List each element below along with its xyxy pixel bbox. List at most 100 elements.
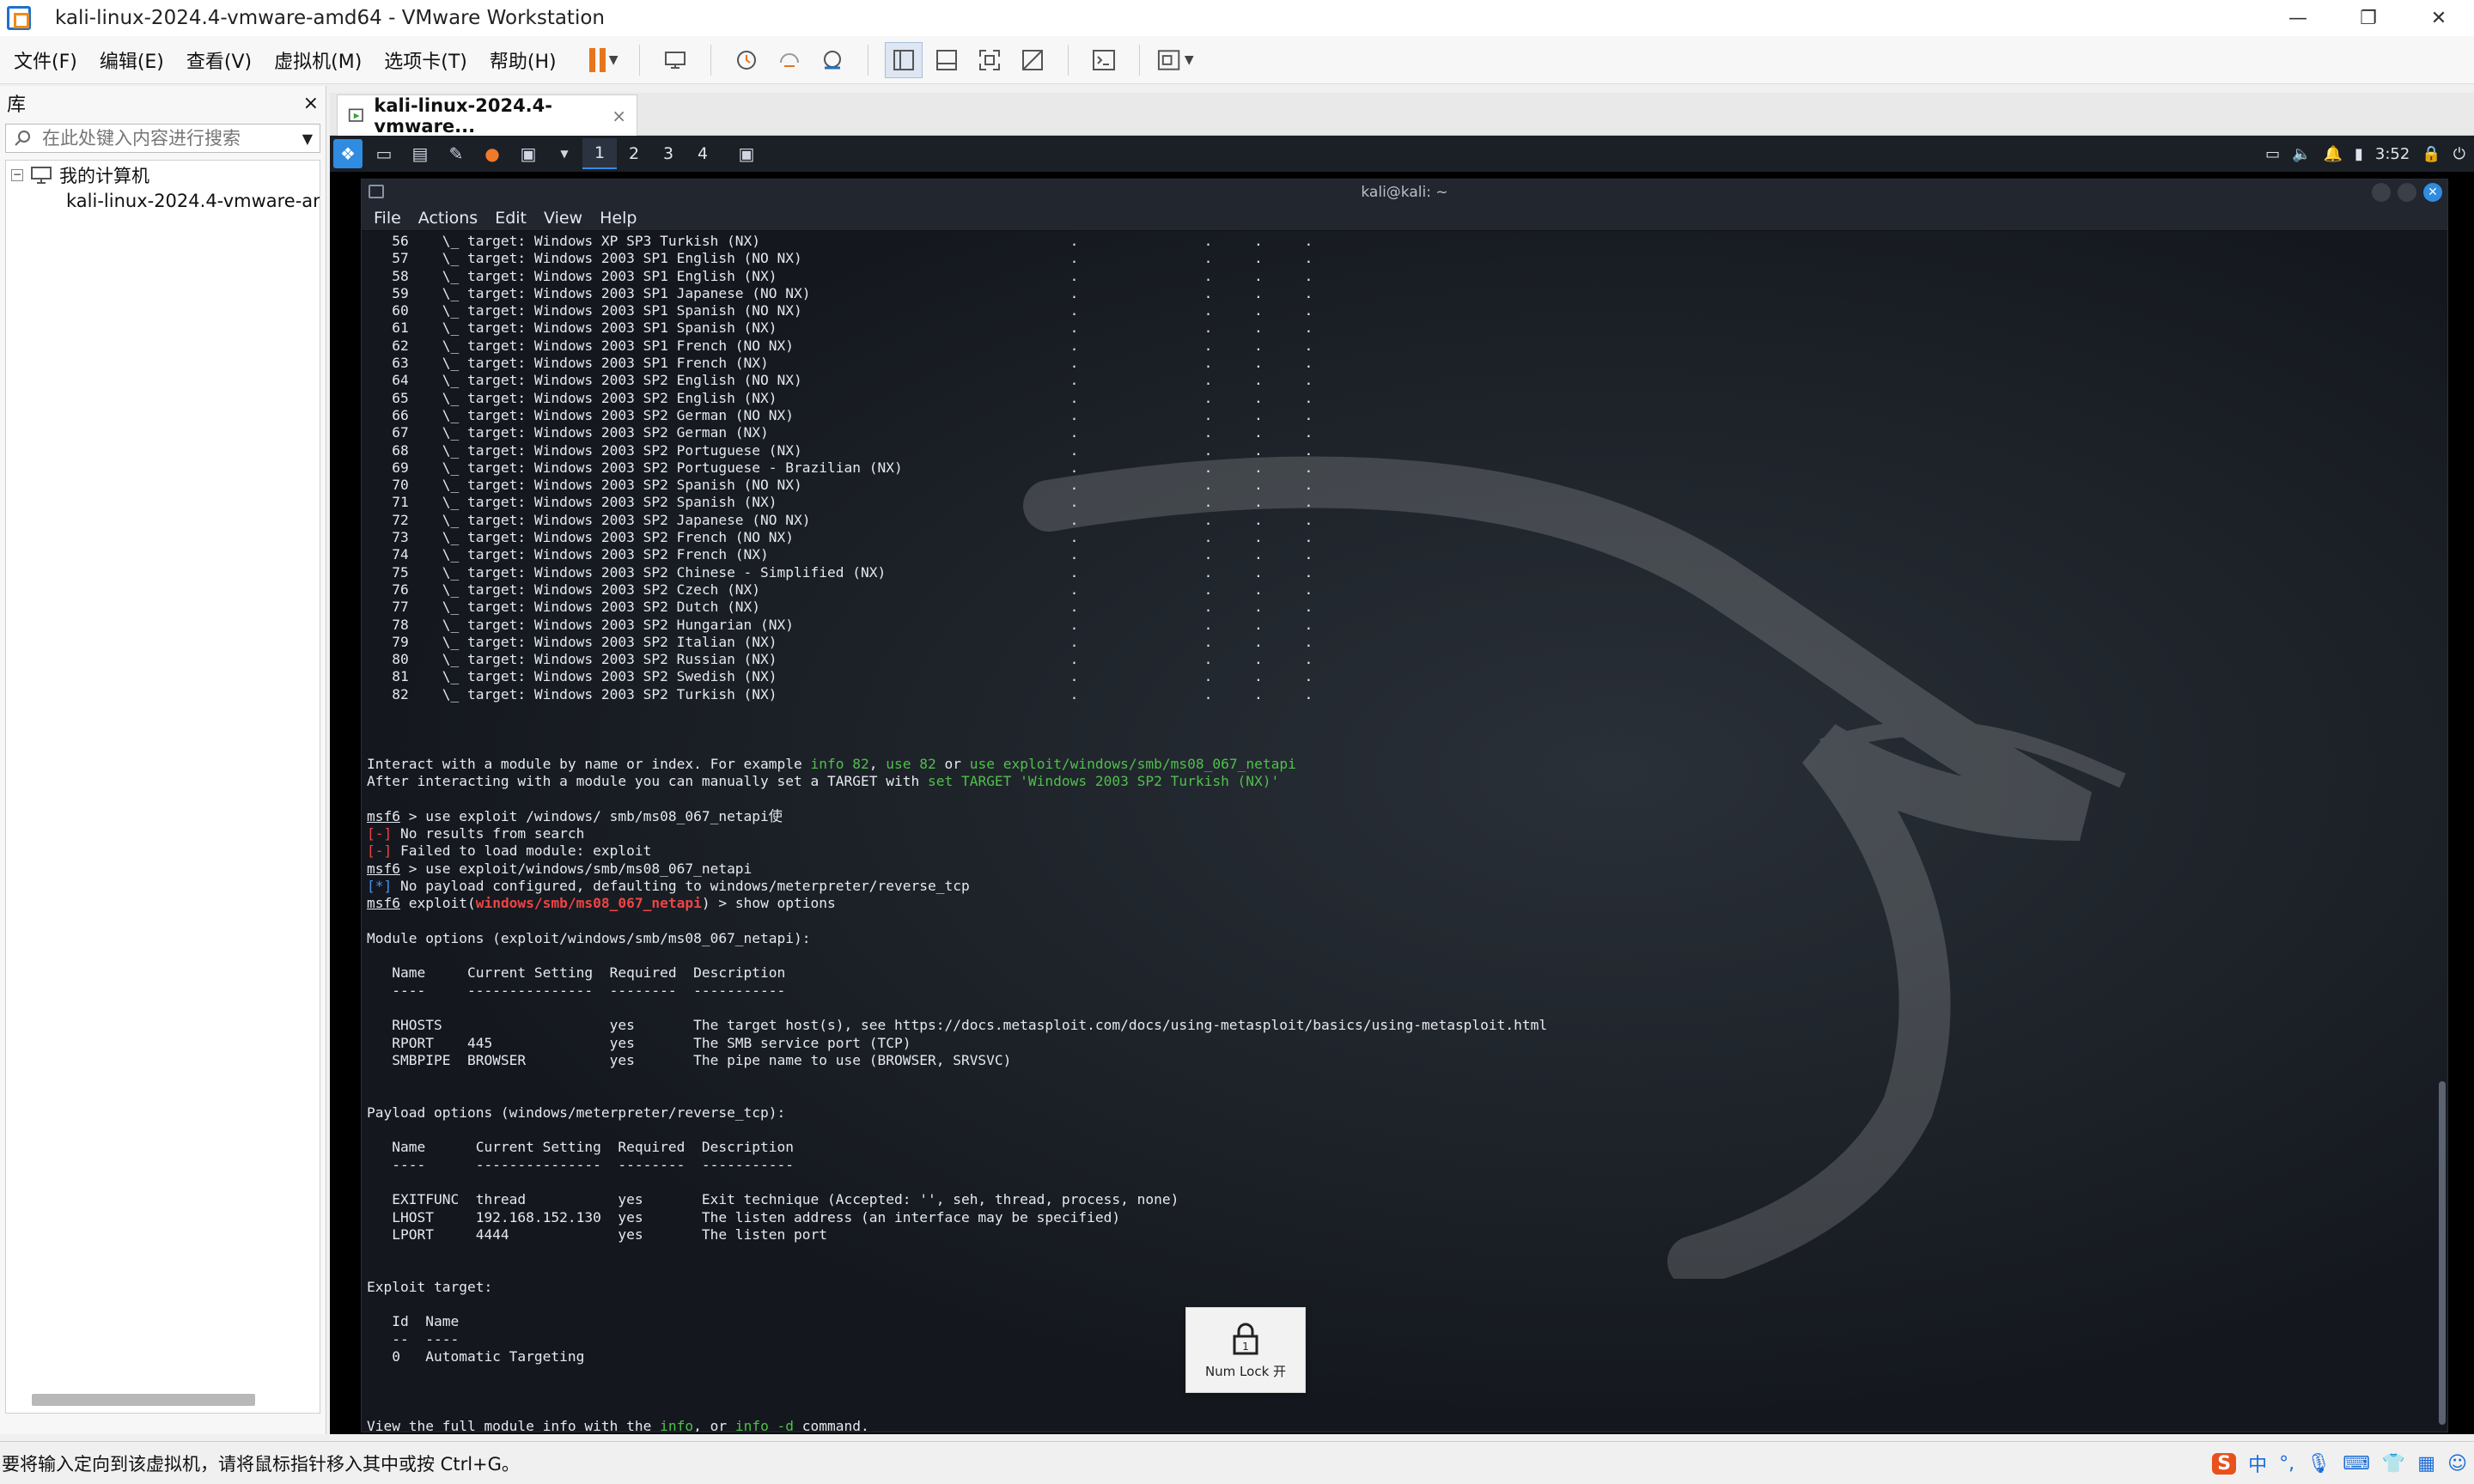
toolbox-icon[interactable]: ▦ <box>2417 1453 2435 1475</box>
menu-view[interactable]: 查看(V) <box>178 46 260 74</box>
kali-menu-icon[interactable]: ❖ <box>333 139 363 168</box>
library-search-input[interactable] <box>42 128 302 149</box>
clock[interactable]: 3:52 <box>2375 145 2410 163</box>
menu-tabs[interactable]: 选项卡(T) <box>375 46 476 74</box>
terminal-close-button[interactable]: ✕ <box>2423 183 2442 202</box>
sogou-ime-icon[interactable]: S <box>2212 1452 2237 1475</box>
terminal-title: kali@kali: ~ <box>1361 184 1448 201</box>
target-row: 78 \_ target: Windows 2003 SP2 Hungarian… <box>367 616 1313 633</box>
pause-button[interactable]: ▼ <box>585 42 623 78</box>
full-screen-button[interactable] <box>971 42 1008 78</box>
show-library-button[interactable] <box>884 41 923 78</box>
close-button[interactable]: ✕ <box>2404 0 2474 36</box>
tree-item-kali-vm[interactable]: kali-linux-2024.4-vmware-amd64 <box>61 188 320 214</box>
keyboard-icon[interactable]: ⌨ <box>2343 1453 2370 1475</box>
menu-help[interactable]: 帮助(H) <box>481 46 565 74</box>
tree-item-my-computer[interactable]: − 我的计算机 <box>6 162 320 188</box>
target-row: 59 \_ target: Windows 2003 SP1 Japanese … <box>367 284 1313 301</box>
module-options-header: Name Current Setting Required Descriptio… <box>367 964 786 982</box>
menu-file[interactable]: 文件(F) <box>5 46 86 74</box>
stretch-guest-button[interactable]: ▼ <box>1156 42 1194 78</box>
assistant-icon[interactable]: ☺ <box>2447 1453 2467 1475</box>
payload-option-row: LPORT 4444 yes The listen port <box>367 1226 828 1243</box>
terminal-window: kali@kali: ~ ✕ File Actions Edit View He… <box>361 179 2448 1432</box>
skin-icon[interactable]: 👕 <box>2382 1453 2405 1475</box>
chevron-down-icon[interactable]: ▼ <box>550 139 579 168</box>
menu-edit[interactable]: 编辑(E) <box>91 46 173 74</box>
revert-snapshot-button[interactable] <box>771 42 808 78</box>
terminal-menu-view[interactable]: View <box>544 209 582 228</box>
restore-button[interactable]: ❐ <box>2333 0 2404 36</box>
toolbar-divider <box>1067 44 1069 76</box>
workspace-1[interactable]: 1 <box>582 138 617 169</box>
show-desktop-icon[interactable]: ▭ <box>369 139 399 168</box>
target-row: 69 \_ target: Windows 2003 SP2 Portugues… <box>367 459 1313 476</box>
workspace-2[interactable]: 2 <box>617 138 651 169</box>
info-line-1: [*] No payload configured, defaulting to… <box>367 877 970 894</box>
collapse-icon[interactable]: − <box>11 169 23 181</box>
terminal-menu-help[interactable]: Help <box>600 209 637 228</box>
send-ctrl-alt-del-button[interactable] <box>656 42 694 78</box>
terminal-maximize-button[interactable] <box>2398 183 2416 202</box>
lock-icon: 1 <box>1233 1323 1258 1354</box>
power-icon[interactable]: ⏻ <box>2453 145 2465 163</box>
notification-bell-icon[interactable]: 🔔 <box>2324 145 2343 163</box>
thumbnail-bar-button[interactable] <box>928 42 966 78</box>
module-options-title: Module options (exploit/windows/smb/ms08… <box>367 929 811 946</box>
volume-icon[interactable]: 🔈 <box>2292 145 2311 163</box>
battery-icon[interactable]: ▮ <box>2355 145 2363 163</box>
target-row: 73 \_ target: Windows 2003 SP2 French (N… <box>367 529 1313 546</box>
snapshot-manager-button[interactable] <box>813 42 851 78</box>
send-keys-icon <box>664 51 686 69</box>
error-line-2: [-] Failed to load module: exploit <box>367 842 652 860</box>
window-button-icon[interactable]: ▣ <box>732 139 761 168</box>
target-row: 82 \_ target: Windows 2003 SP2 Turkish (… <box>367 685 1313 702</box>
terminal-menu-edit[interactable]: Edit <box>495 209 527 228</box>
library-title: 库 <box>7 94 27 116</box>
exploit-target-title: Exploit target: <box>367 1278 493 1295</box>
tree-label: kali-linux-2024.4-vmware-amd64 <box>66 191 320 211</box>
target-row: 62 \_ target: Windows 2003 SP1 French (N… <box>367 337 1313 354</box>
tab-kali-vm[interactable]: kali-linux-2024.4-vmware... × <box>337 94 637 137</box>
terminal-icon[interactable]: ▣ <box>514 139 543 168</box>
library-horizontal-scrollbar[interactable] <box>32 1394 255 1406</box>
snapshot-button[interactable] <box>728 42 765 78</box>
target-row: 56 \_ target: Windows XP SP3 Turkish (NX… <box>367 233 1313 249</box>
console-view-button[interactable] <box>1085 42 1123 78</box>
minimize-button[interactable]: — <box>2263 0 2333 36</box>
terminal-scrollbar[interactable] <box>2439 1081 2446 1425</box>
file-manager-icon[interactable]: ▤ <box>405 139 435 168</box>
terminal-menu-file[interactable]: File <box>374 209 401 228</box>
workspace-4[interactable]: 4 <box>686 138 720 169</box>
display-icon[interactable]: ▭ <box>2265 145 2280 163</box>
toolbar-divider <box>710 44 711 76</box>
library-close-button[interactable]: × <box>303 93 319 114</box>
tab-close-button[interactable]: × <box>612 106 626 126</box>
ime-mode-indicator[interactable]: 中 <box>2248 1450 2267 1477</box>
terminal-output[interactable]: 56 \_ target: Windows XP SP3 Turkish (NX… <box>367 233 1547 1432</box>
terminal-window-icon <box>369 185 384 198</box>
guest-display[interactable]: ❖ ▭ ▤ ✎ ● ▣ ▼ 1 2 3 4 ▣ ▭ 🔈 🔔 ▮ 3:52 🔒 ⏻… <box>330 136 2474 1434</box>
menu-vm[interactable]: 虚拟机(M) <box>265 46 370 74</box>
punctuation-icon[interactable]: °, <box>2279 1453 2294 1475</box>
snapshot-manager-icon <box>823 50 841 69</box>
workspace-3[interactable]: 3 <box>651 138 686 169</box>
microphone-icon[interactable]: 🎙 <box>2306 1453 2331 1475</box>
chevron-down-icon[interactable]: ▼ <box>302 131 313 147</box>
target-row: 81 \_ target: Windows 2003 SP2 Swedish (… <box>367 668 1313 685</box>
payload-options-rule: ---- --------------- -------- ----------… <box>367 1156 795 1173</box>
target-row: 60 \_ target: Windows 2003 SP1 Spanish (… <box>367 302 1313 319</box>
unity-button[interactable] <box>1014 42 1051 78</box>
window-controls: — ❐ ✕ <box>2263 0 2474 36</box>
vm-running-icon <box>348 107 363 122</box>
terminal-menu-actions[interactable]: Actions <box>418 209 478 228</box>
interact-hint-1: Interact with a module by name or index.… <box>367 755 1296 772</box>
terminal-body[interactable]: 56 \_ target: Windows XP SP3 Turkish (NX… <box>362 231 2447 1432</box>
title-bar: kali-linux-2024.4-vmware-amd64 - VMware … <box>0 0 2474 36</box>
terminal-minimize-button[interactable] <box>2372 183 2391 202</box>
text-editor-icon[interactable]: ✎ <box>442 139 471 168</box>
lock-icon[interactable]: 🔒 <box>2422 145 2440 163</box>
firefox-icon[interactable]: ● <box>478 139 507 168</box>
target-row: 57 \_ target: Windows 2003 SP1 English (… <box>367 250 1313 267</box>
target-row: 72 \_ target: Windows 2003 SP2 Japanese … <box>367 511 1313 528</box>
